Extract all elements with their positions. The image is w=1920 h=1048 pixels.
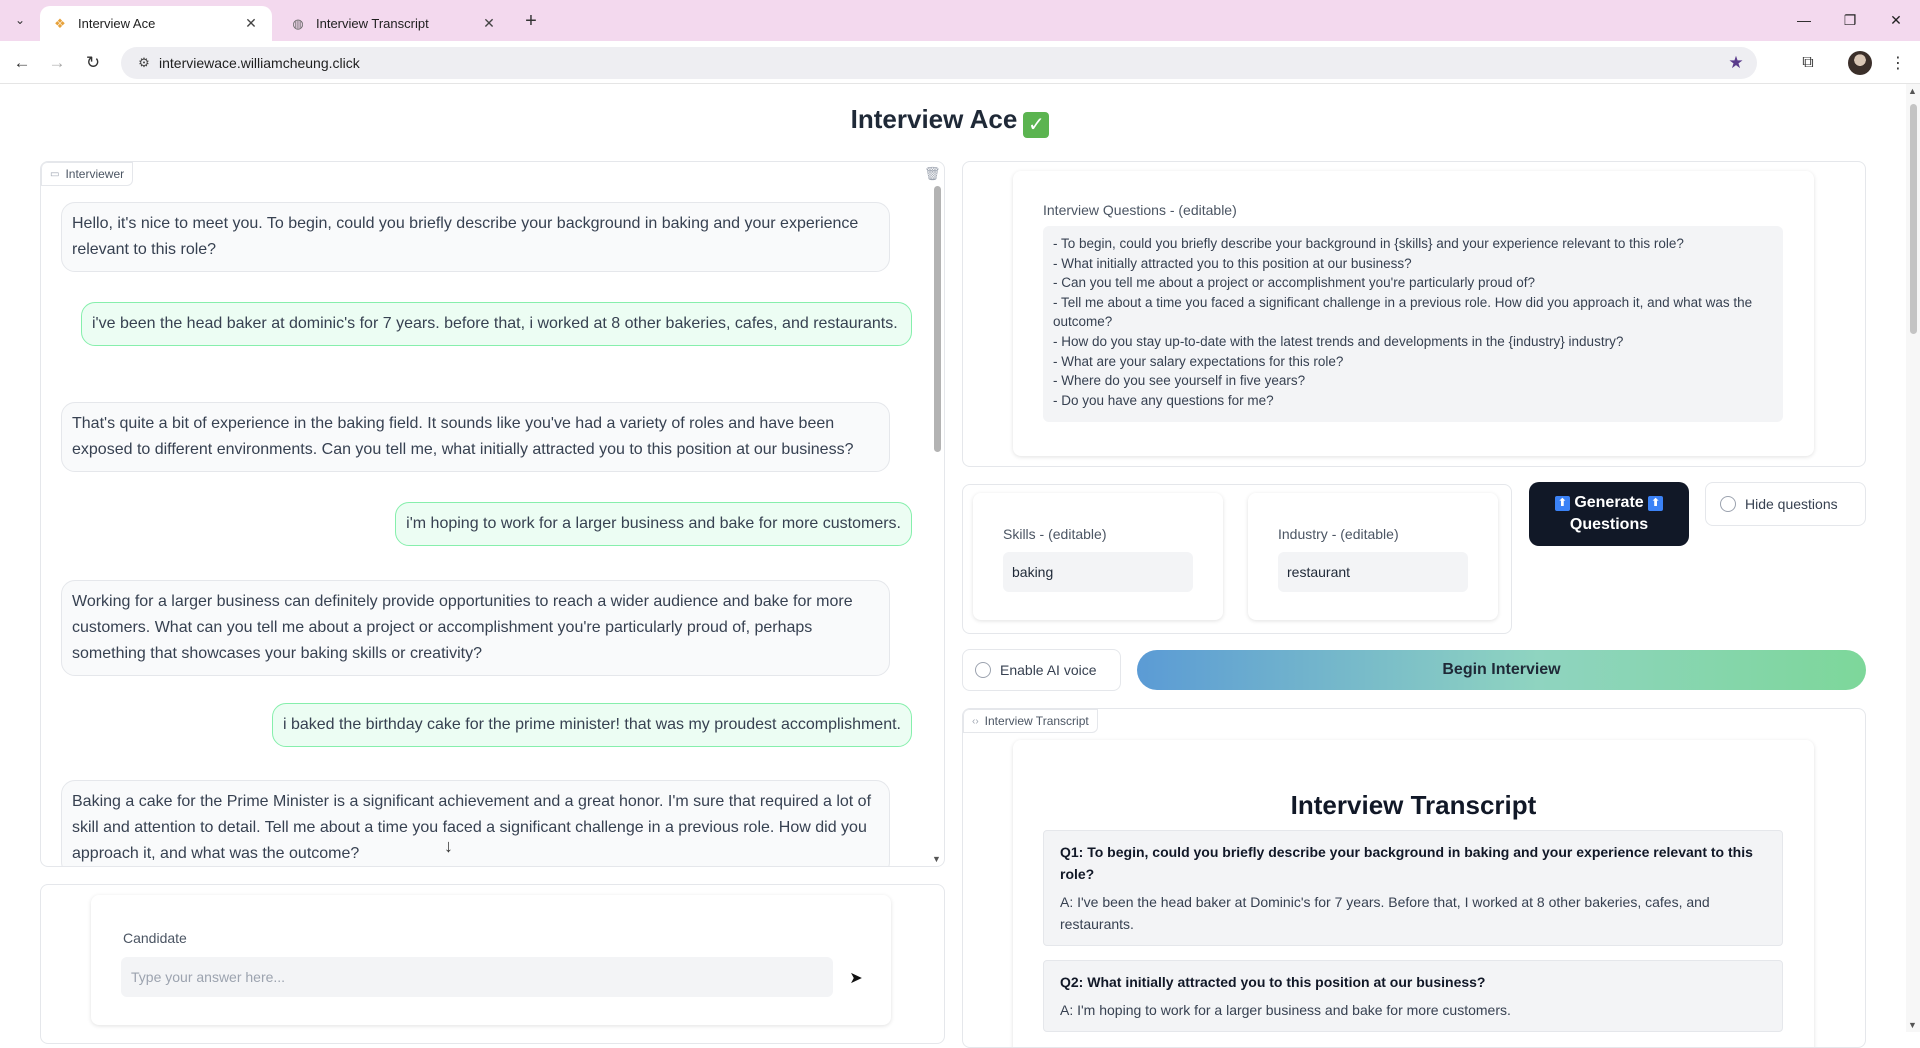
page-scrollbar[interactable]: ▲ ▼ [1906,84,1920,1032]
enable-ai-voice-label: Enable AI voice [1000,662,1097,678]
transcript-answer: A: I'm hoping to work for a larger busin… [1060,1002,1511,1018]
candidate-label: Candidate [123,930,187,946]
up-arrow-icon: ⬆ [1648,496,1664,511]
app-title: Interview Ace [850,104,1018,134]
bot-message: Hello, it's nice to meet you. To begin, … [61,202,890,272]
close-icon[interactable]: ✕ [242,15,260,33]
begin-interview-button[interactable]: Begin Interview [1137,650,1866,690]
question-line: - Where do you see yourself in five year… [1053,373,1306,389]
questions-textarea[interactable]: - To begin, could you briefly describe y… [1043,226,1783,422]
transcript-panel-tag: ‹› Interview Transcript [963,709,1098,733]
transcript-title: Interview Transcript [1290,790,1537,820]
globe-icon: ◍ [292,15,304,31]
industry-card: Industry - (editable) restaurant [1248,493,1498,620]
skills-input[interactable]: baking [1003,552,1193,592]
user-message: i'm hoping to work for a larger business… [395,502,912,546]
question-line: - Tell me about a time you faced a signi… [1053,294,1753,330]
up-arrow-icon: ⬆ [1554,496,1570,511]
hide-questions-label: Hide questions [1745,496,1838,512]
candidate-card: Candidate ➤ [91,895,891,1025]
back-arrow-icon[interactable]: ← [8,49,36,77]
code-icon: ‹› [972,715,979,727]
page-title: Interview Ace ✓ [0,104,1900,138]
question-line: - To begin, could you briefly describe y… [1053,236,1684,251]
industry-label: Industry - (editable) [1278,526,1399,542]
answer-input[interactable] [121,957,833,997]
question-line: - Can you tell me about a project or acc… [1053,275,1536,291]
generate-label-2: Questions [1569,516,1649,533]
transcript-item: Q2: What initially attracted you to this… [1043,960,1783,1032]
question-line: - Do you have any questions for me? [1053,392,1274,408]
window-close-icon[interactable]: ✕ [1873,6,1919,34]
question-line: - What initially attracted you to this p… [1053,255,1412,271]
question-line: - How do you stay up-to-date with the la… [1053,333,1624,349]
user-message: i baked the birthday cake for the prime … [271,703,912,747]
scroll-down-arrow-icon[interactable]: ▼ [932,854,941,864]
chat-scrollbar-thumb[interactable] [934,186,941,452]
reload-icon[interactable]: ↻ [79,49,107,77]
more-menu-icon[interactable]: ⋮ [1884,49,1912,77]
tab-title: Interview Transcript [316,16,429,31]
checkbox-circle[interactable] [1720,496,1736,512]
skills-label: Skills - (editable) [1003,526,1107,542]
tab-interview-transcript[interactable]: ◍ Interview Transcript ✕ [278,6,510,41]
chat-panel-tag: ▭ Interviewer [41,162,134,186]
trash-icon[interactable]: 🗑 [924,166,941,182]
scroll-down-arrow-icon[interactable]: ▼ [1908,1020,1917,1030]
page: Interview Ace ✓ ▭ Interviewer 🗑 Hello, it… [0,84,1920,1048]
minimize-icon[interactable]: — [1781,6,1827,34]
chat-bubble-icon: ▭ [50,168,60,180]
browser-toolbar: ← → ↻ ⚙ interviewace.williamcheung.click… [0,41,1920,84]
questions-panel: Interview Questions - (editable) - To be… [962,161,1866,467]
transcript-question: Q2: What initially attracted you to this… [1060,974,1486,990]
forward-arrow-icon[interactable]: → [43,49,71,77]
transcript-card: Interview Transcript Q1: To begin, could… [1013,740,1814,1047]
restore-icon[interactable]: ❐ [1827,6,1873,34]
chat-scrollbar[interactable]: ▼ [932,186,942,864]
industry-input[interactable]: restaurant [1278,552,1468,592]
browser-tabstrip: ⌄ ❖ Interview Ace ✕ ◍ Interview Transcri… [0,0,1920,41]
extensions-puzzle-icon[interactable]: ⧉ [1794,49,1822,77]
enable-ai-voice-checkbox[interactable]: Enable AI voice [962,649,1121,691]
question-line: - What are your salary expectations for … [1053,353,1344,369]
bot-message: Working for a larger business can defini… [61,580,890,676]
checkbox-circle[interactable] [975,662,991,678]
send-icon[interactable]: ➤ [843,965,869,991]
tab-title: Interview Ace [78,16,156,31]
transcript-panel: ‹› Interview Transcript Interview Transc… [962,708,1866,1048]
bookmark-star-icon[interactable]: ★ [1721,53,1751,73]
scroll-to-bottom-arrow-icon[interactable]: ↓ [444,836,453,857]
site-settings-icon[interactable]: ⚙ [129,55,159,71]
questions-card: Interview Questions - (editable) - To be… [1013,171,1814,456]
generate-label: Generate [1574,494,1644,511]
scroll-up-arrow-icon[interactable]: ▲ [1908,86,1917,96]
url-text[interactable]: interviewace.williamcheung.click [159,55,1721,71]
tab-search-chevron-icon[interactable]: ⌄ [8,8,32,32]
check-mark-icon: ✓ [1023,112,1050,138]
page-scrollbar-thumb[interactable] [1910,104,1917,334]
skills-industry-panel: Skills - (editable) baking Industry - (e… [962,484,1512,634]
candidate-panel: Candidate ➤ [40,884,945,1044]
profile-avatar[interactable] [1848,51,1872,75]
chat-panel: ▭ Interviewer 🗑 Hello, it's nice to meet… [40,161,945,867]
bot-message: Baking a cake for the Prime Minister is … [61,780,890,866]
close-icon[interactable]: ✕ [480,15,498,33]
questions-label: Interview Questions - (editable) [1043,202,1237,218]
new-tab-plus-icon[interactable]: + [519,9,543,33]
hide-questions-checkbox[interactable]: Hide questions [1705,482,1866,526]
bot-message: That's quite a bit of experience in the … [61,402,890,472]
chat-panel-label: Interviewer [65,167,125,181]
transcript-question: Q1: To begin, could you briefly describe… [1060,844,1753,882]
transcript-item: Q1: To begin, could you briefly describe… [1043,830,1783,946]
user-message: i've been the head baker at dominic's fo… [81,302,912,346]
transcript-answer: A: I've been the head baker at Dominic's… [1060,894,1710,932]
logo-icon: ❖ [54,15,66,31]
skills-card: Skills - (editable) baking [973,493,1223,620]
address-bar[interactable]: ⚙ interviewace.williamcheung.click ★ [121,47,1757,79]
generate-questions-button[interactable]: ⬆ Generate ⬆ Questions [1529,482,1689,546]
transcript-panel-label: Interview Transcript [984,714,1089,728]
tab-interview-ace[interactable]: ❖ Interview Ace ✕ [40,6,272,41]
